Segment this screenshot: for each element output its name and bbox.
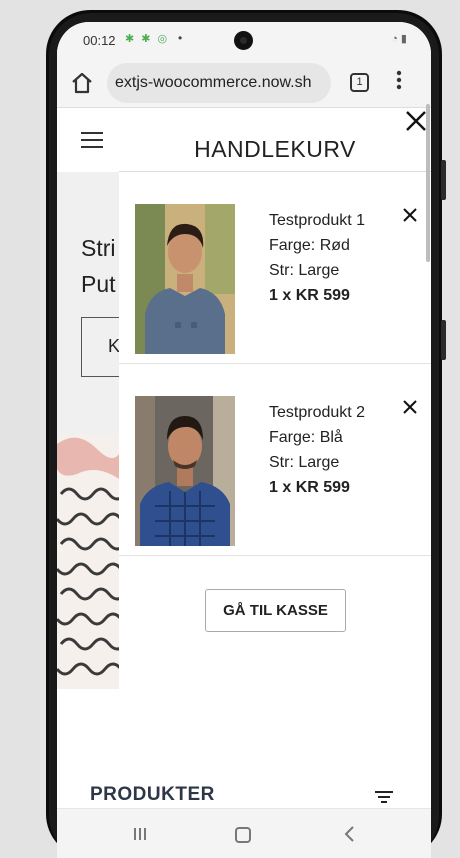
product-image [135,204,235,354]
product-info: Testprodukt 1 Farge: Rød Str: Large 1 x … [269,208,365,308]
battery-icon: ◔ ▮ [391,33,407,45]
product-size: Str: Large [269,454,340,471]
url-bar[interactable]: extjs-woocommerce.now.sh [107,63,331,103]
remove-item-icon[interactable] [403,400,417,414]
status-time: 00:12 [83,33,116,48]
pillow-image [57,434,119,689]
browser-toolbar: extjs-woocommerce.now.sh 1 [57,58,431,108]
product-name: Testprodukt 2 [269,404,366,421]
camera-icon [234,31,253,50]
product-size: Str: Large [269,262,340,279]
hero-line-2: Put [81,271,116,297]
url-text: extjs-woocommerce.now.sh [115,74,312,91]
cart-item: Testprodukt 1 Farge: Rød Str: Large 1 x … [119,172,431,364]
product-name: Testprodukt 1 [269,212,366,229]
close-icon[interactable] [405,110,427,132]
android-icon: ✱ ✱ ◎ [125,33,170,45]
system-nav-bar [57,808,431,858]
product-qty-price: 1 x KR 599 [269,479,350,496]
product-color: Farge: Blå [269,429,343,446]
power-button [441,320,446,360]
volume-button [441,160,446,200]
back-icon[interactable] [343,826,355,842]
filter-icon[interactable] [375,790,395,804]
browser-menu-icon[interactable] [394,69,404,91]
remove-item-icon[interactable] [403,208,417,222]
hamburger-menu-icon[interactable] [81,132,103,148]
cart-title: HANDLEKURV [194,136,356,162]
product-color: Farge: Rød [269,237,350,254]
status-dot: • [178,31,183,45]
home-icon[interactable] [69,70,95,96]
hero-text: Stri Put [81,230,116,302]
recent-apps-icon[interactable] [133,827,147,841]
product-qty-price: 1 x KR 599 [269,287,350,304]
tab-switcher-button[interactable]: 1 [350,73,369,92]
cart-drawer: Testprodukt 1 Farge: Rød Str: Large 1 x … [119,172,431,690]
products-heading: PRODUKTER [90,784,215,805]
home-nav-icon[interactable] [235,827,251,843]
scrollbar[interactable] [426,104,430,262]
status-bar: 00:12 ✱ ✱ ◎ • ◔ ▮ [57,22,431,58]
cart-item: Testprodukt 2 Farge: Blå Str: Large 1 x … [119,364,431,556]
phone-screen: 00:12 ✱ ✱ ◎ • ◔ ▮ extjs-woocommerce.now.… [57,22,431,858]
hero-line-1: Stri [81,235,116,261]
cart-header: HANDLEKURV [119,108,431,172]
checkout-button[interactable]: GÅ TIL KASSE [205,589,346,632]
product-image [135,396,235,546]
product-info: Testprodukt 2 Farge: Blå Str: Large 1 x … [269,400,365,500]
